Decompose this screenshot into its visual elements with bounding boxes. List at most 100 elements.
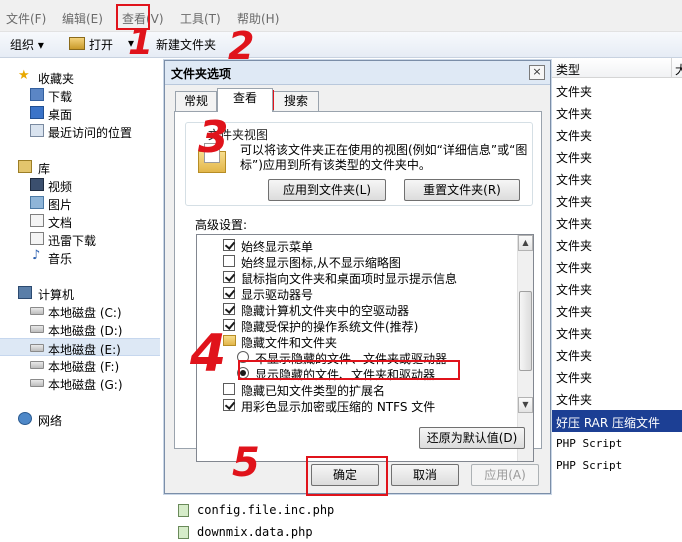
file-type-cell[interactable]: 文件夹 — [556, 281, 592, 298]
nav-item-label: 迅雷下载 — [48, 234, 97, 248]
checkbox[interactable] — [223, 399, 235, 411]
column-size-header[interactable]: 大 — [675, 61, 682, 78]
nav-drive-e[interactable]: 本地磁盘 (E:) — [0, 338, 160, 357]
column-type-header[interactable]: 类型 — [556, 61, 580, 78]
nav-item-label: 本地磁盘 (C:) — [48, 306, 122, 320]
checkbox[interactable] — [223, 383, 235, 395]
nav-libraries-label: 库 — [38, 162, 51, 176]
checkbox[interactable] — [223, 239, 235, 251]
view-tab-panel: 文件夹视图 可以将该文件夹正在使用的视图(例如“详细信息”或“图标”)应用到所有… — [174, 111, 542, 462]
nav-drive-f[interactable]: 本地磁盘 (F:) — [0, 356, 160, 374]
file-type-cell[interactable]: PHP Script — [556, 437, 622, 450]
menu-file[interactable]: 文件(F) — [6, 10, 46, 27]
nav-item-label: 视频 — [48, 180, 73, 194]
nav-libraries[interactable]: 库 — [0, 158, 160, 176]
nav-item-pictures[interactable]: 图片 — [0, 194, 160, 212]
nav-item-music[interactable]: ♪ 音乐 — [0, 248, 160, 266]
video-icon — [30, 178, 44, 191]
nav-network-label: 网络 — [38, 414, 63, 428]
nav-item-desktop[interactable]: 桌面 — [0, 104, 160, 122]
setting-hide-protected-os-files[interactable]: 隐藏受保护的操作系统文件(推荐) — [203, 317, 513, 334]
setting-show-drive-letters[interactable]: 显示驱动器号 — [203, 285, 513, 302]
nav-network[interactable]: 网络 — [0, 410, 160, 428]
menu-edit[interactable]: 编辑(E) — [62, 10, 103, 27]
nav-drive-c[interactable]: 本地磁盘 (C:) — [0, 302, 160, 320]
dialog-titlebar[interactable]: 文件夹选项 × — [165, 61, 550, 85]
setting-always-show-menus[interactable]: 始终显示菜单 — [203, 237, 513, 254]
nav-item-thunder-downloads[interactable]: 迅雷下载 — [0, 230, 160, 248]
file-type-cell[interactable]: 文件夹 — [556, 237, 592, 254]
setting-always-show-icons[interactable]: 始终显示图标,从不显示缩略图 — [203, 253, 513, 270]
file-type-cell[interactable]: 文件夹 — [556, 369, 592, 386]
nav-item-label: 本地磁盘 (G:) — [48, 378, 123, 392]
file-type-cell[interactable]: 文件夹 — [556, 325, 592, 342]
open-button[interactable]: 打开 — [89, 36, 113, 53]
setting-color-ntfs[interactable]: 用彩色显示加密或压缩的 NTFS 文件 — [203, 397, 513, 414]
file-type-cell[interactable]: 文件夹 — [556, 149, 592, 166]
file-type-cell[interactable]: 文件夹 — [556, 127, 592, 144]
file-row[interactable]: downmix.data.php — [178, 525, 338, 541]
nav-item-label: 桌面 — [48, 108, 73, 122]
recent-places-icon — [30, 124, 44, 137]
file-type-cell[interactable]: PHP Script — [556, 459, 622, 472]
file-type-cell[interactable]: 文件夹 — [556, 171, 592, 188]
drive-icon — [30, 361, 44, 369]
nav-favorites[interactable]: ★ 收藏夹 — [0, 68, 160, 86]
tab-search[interactable]: 搜索 — [273, 91, 319, 111]
nav-item-downloads[interactable]: 下载 — [0, 86, 160, 104]
file-type-cell[interactable]: 文件夹 — [556, 83, 592, 100]
selected-file-row[interactable]: 好压 RAR 压缩文件 — [551, 410, 682, 432]
nav-item-videos[interactable]: 视频 — [0, 176, 160, 194]
new-folder-button[interactable]: 新建文件夹 — [156, 36, 216, 53]
menu-tools[interactable]: 工具(T) — [180, 10, 221, 27]
setting-group-hidden-files: 隐藏文件和文件夹 — [203, 333, 513, 350]
annotation-step-4: 4 — [190, 324, 227, 384]
column-divider[interactable] — [671, 58, 672, 78]
organize-button[interactable]: 组织 ▾ — [10, 36, 44, 53]
file-type-cell[interactable]: 文件夹 — [556, 259, 592, 276]
folder-view-group: 文件夹视图 可以将该文件夹正在使用的视图(例如“详细信息”或“图标”)应用到所有… — [185, 122, 533, 206]
reset-folders-button[interactable]: 重置文件夹(R) — [404, 179, 520, 201]
downloads-folder-icon — [30, 88, 44, 101]
scroll-down-button[interactable]: ▼ — [518, 397, 533, 413]
nav-item-recent-places[interactable]: 最近访问的位置 — [0, 122, 160, 140]
picture-icon — [30, 196, 44, 209]
file-type-cell[interactable]: 文件夹 — [556, 105, 592, 122]
nav-drive-g[interactable]: 本地磁盘 (G:) — [0, 374, 160, 392]
scroll-up-button[interactable]: ▲ — [518, 235, 533, 251]
checkbox[interactable] — [223, 255, 235, 267]
apply-button[interactable]: 应用(A) — [471, 464, 539, 486]
setting-hide-extensions[interactable]: 隐藏已知文件类型的扩展名 — [203, 381, 513, 398]
tab-view[interactable]: 查看 — [217, 88, 273, 112]
file-type-cell: 好压 RAR 压缩文件 — [556, 416, 661, 430]
checkbox[interactable] — [223, 271, 235, 283]
nav-drive-d[interactable]: 本地磁盘 (D:) — [0, 320, 160, 338]
nav-item-label: 下载 — [48, 90, 73, 104]
scroll-thumb[interactable] — [519, 291, 532, 371]
advanced-settings-label: 高级设置: — [195, 218, 248, 232]
file-type-cell[interactable]: 文件夹 — [556, 215, 592, 232]
tab-general[interactable]: 常规 — [175, 91, 217, 111]
setting-show-popup-description[interactable]: 鼠标指向文件夹和桌面项时显示提示信息 — [203, 269, 513, 286]
checkbox[interactable] — [223, 303, 235, 315]
nav-computer[interactable]: 计算机 — [0, 284, 160, 302]
annotation-step-1: 1 — [128, 22, 154, 63]
file-type-cell[interactable]: 文件夹 — [556, 391, 592, 408]
file-name: downmix.data.php — [197, 525, 313, 539]
nav-item-label: 最近访问的位置 — [48, 126, 133, 140]
apply-to-folders-button[interactable]: 应用到文件夹(L) — [268, 179, 386, 201]
file-type-cell[interactable]: 文件夹 — [556, 347, 592, 364]
setting-hide-empty-drives[interactable]: 隐藏计算机文件夹中的空驱动器 — [203, 301, 513, 318]
nav-item-documents[interactable]: 文档 — [0, 212, 160, 230]
drive-icon — [30, 344, 44, 352]
checkbox[interactable] — [223, 287, 235, 299]
close-button[interactable]: × — [529, 65, 545, 80]
cancel-button[interactable]: 取消 — [391, 464, 459, 486]
drive-icon — [30, 379, 44, 387]
restore-defaults-button[interactable]: 还原为默认值(D) — [419, 427, 525, 449]
nav-item-label: 文档 — [48, 216, 73, 230]
music-icon: ♪ — [32, 248, 41, 263]
file-type-cell[interactable]: 文件夹 — [556, 303, 592, 320]
file-row[interactable]: config.file.inc.php — [178, 503, 338, 519]
file-type-cell[interactable]: 文件夹 — [556, 193, 592, 210]
